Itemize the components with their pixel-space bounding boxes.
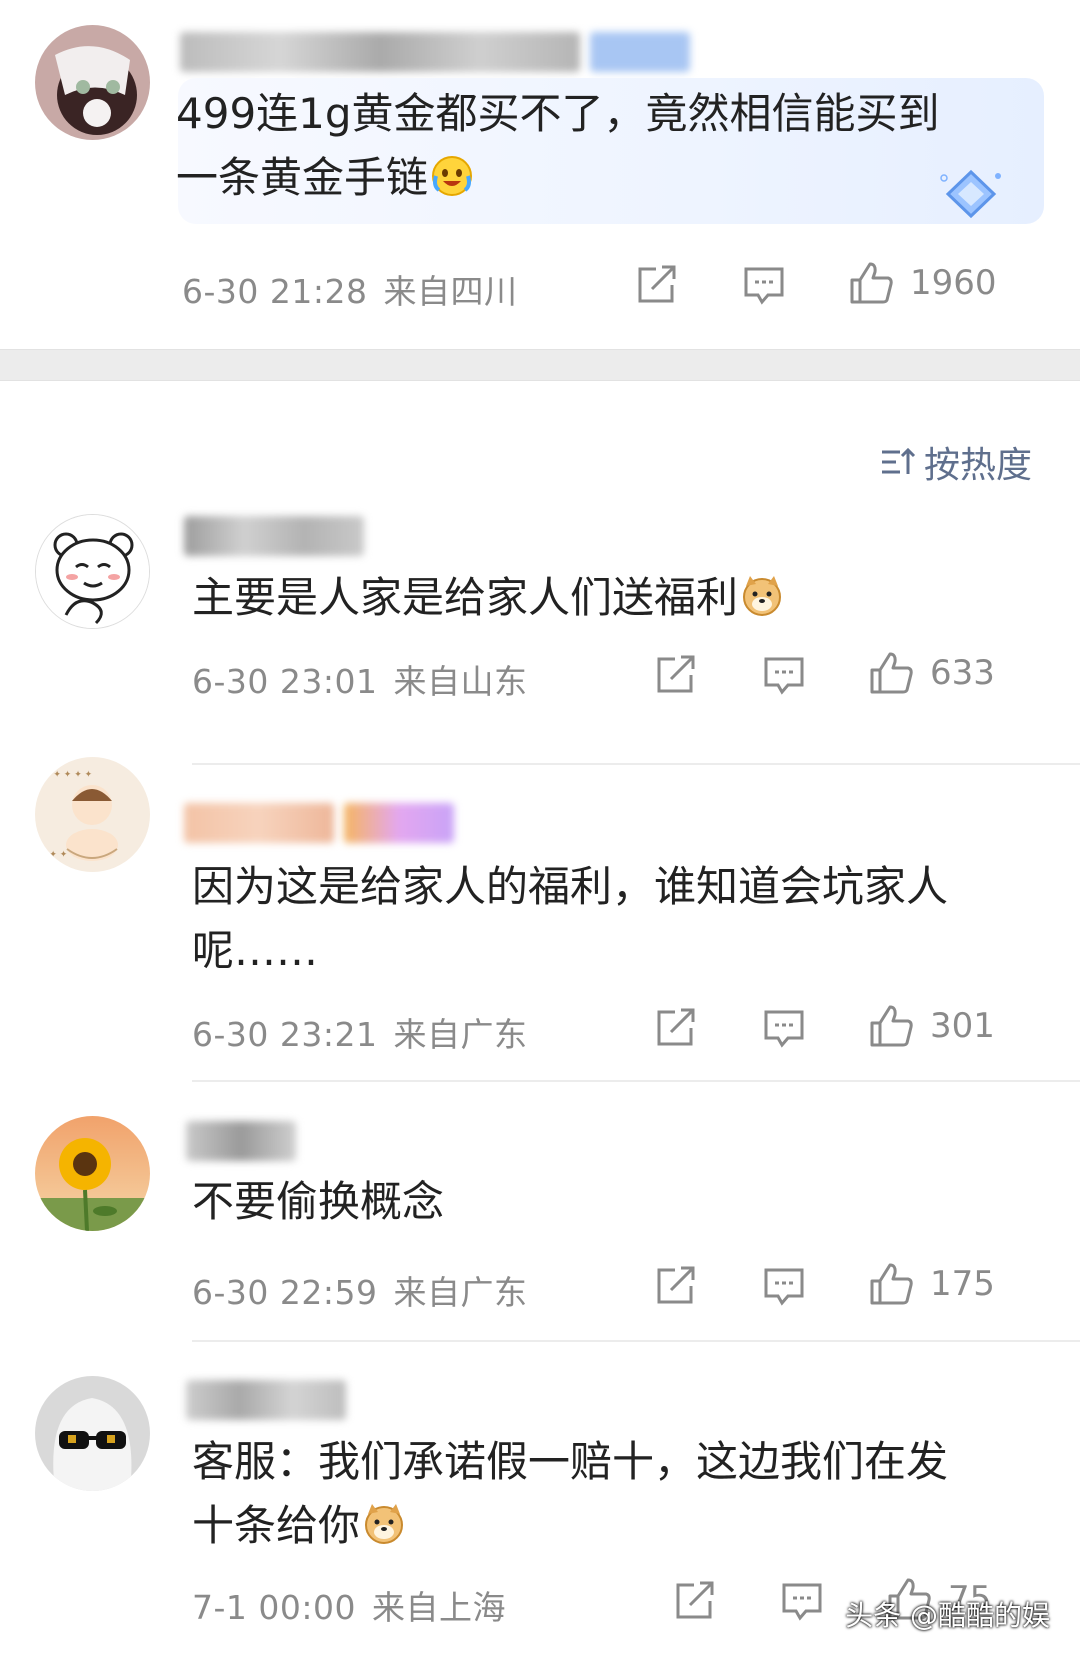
- username-blurred[interactable]: [186, 1380, 346, 1420]
- comment-line-1: 客服：我们承诺假一赔十，这边我们在发: [192, 1437, 949, 1486]
- section-separator: [0, 349, 1080, 381]
- like-button[interactable]: 301: [868, 1003, 995, 1049]
- comment-location: 来自四川: [383, 272, 518, 311]
- reply-button[interactable]: [780, 1581, 824, 1621]
- thumbs-up-icon: [850, 262, 893, 304]
- comment-line-1: 主要是人家是给家人们送福利: [192, 566, 1022, 630]
- avatar[interactable]: ✦ ✦ ✦ ✦ ✦ ✦ ✦ ✦ ✦ ✦ ✦: [35, 757, 150, 872]
- user-badge-blurred: [344, 803, 454, 843]
- avatar[interactable]: [35, 25, 150, 140]
- comment-meta: 6-30 22:59 来自广东: [192, 1266, 528, 1314]
- divider: [192, 1080, 1080, 1082]
- avatar[interactable]: [35, 1376, 150, 1491]
- comment-line-2: 呢……: [192, 926, 319, 975]
- thumbs-up-icon: [870, 1005, 913, 1047]
- doge-emoji-icon: [743, 576, 782, 616]
- share-icon: [657, 655, 695, 693]
- avatar[interactable]: [35, 514, 150, 629]
- sort-by-heat-button[interactable]: 按热度: [880, 436, 1032, 488]
- sort-icon: [881, 447, 916, 474]
- username-blurred[interactable]: [186, 1121, 296, 1161]
- share-icon: [657, 1008, 695, 1046]
- like-count: 175: [930, 1264, 995, 1304]
- svg-text:✦ ✦ ✦ ✦ ✦: ✦ ✦ ✦ ✦ ✦: [43, 770, 93, 780]
- comment-text: 不要偷换概念: [192, 1170, 1022, 1234]
- comment-time: 6-30 21:28: [182, 272, 368, 311]
- comment-meta: 6-30 21:28 来自四川: [182, 265, 518, 313]
- comment-time: 7-1 00:00: [192, 1588, 356, 1627]
- username-blurred[interactable]: [184, 516, 364, 556]
- comment-meta: 6-30 23:21 来自广东: [192, 1008, 528, 1056]
- comment-bubble-icon: [764, 1268, 804, 1306]
- comment-time: 6-30 23:01: [192, 662, 378, 701]
- comment-text: 因为这是给家人的福利，谁知道会坑家人 呢……: [192, 855, 1022, 983]
- share-button[interactable]: [674, 1581, 716, 1621]
- reply-button[interactable]: [762, 1266, 806, 1306]
- comment-text: 客服：我们承诺假一赔十，这边我们在发 十条给你: [192, 1430, 1022, 1558]
- divider: [192, 1340, 1080, 1342]
- doge-emoji-icon: [365, 1504, 404, 1544]
- reply-button[interactable]: [762, 1008, 806, 1048]
- comment-line-1: 不要偷换概念: [192, 1177, 445, 1226]
- comment-meta: 6-30 23:01 来自山东: [192, 655, 528, 703]
- share-icon: [638, 265, 676, 303]
- comment-time: 6-30 22:59: [192, 1273, 378, 1312]
- like-button[interactable]: 175: [868, 1261, 995, 1307]
- comment-time: 6-30 23:21: [192, 1015, 378, 1054]
- comment-bubble-icon: [764, 657, 804, 695]
- comment-location: 来自山东: [393, 662, 528, 701]
- comment-bubble-icon: [782, 1583, 822, 1621]
- share-button[interactable]: [636, 265, 678, 305]
- comment-meta: 7-1 00:00 来自上海: [192, 1581, 506, 1629]
- user-badge-blurred: [590, 32, 690, 72]
- share-button[interactable]: [655, 1008, 697, 1048]
- comment-location: 来自广东: [393, 1015, 528, 1054]
- comment-text: 499连1g黄金都买不了，竟然相信能买到 一条黄金手链: [176, 82, 1006, 210]
- like-count: 633: [930, 653, 995, 693]
- sort-label: 按热度: [923, 445, 1032, 486]
- comment-location: 来自上海: [372, 1588, 506, 1627]
- like-count: 1960: [910, 263, 997, 303]
- crying-laughing-emoji-icon: [432, 156, 473, 196]
- comment-line-2: 十条给你: [192, 1494, 1022, 1558]
- comment-text: 主要是人家是给家人们送福利: [192, 566, 1022, 630]
- share-button[interactable]: [655, 1266, 697, 1306]
- reply-button[interactable]: [742, 265, 786, 305]
- reply-button[interactable]: [762, 655, 806, 695]
- like-count: 301: [930, 1006, 995, 1046]
- comment-bubble-icon: [744, 267, 784, 305]
- divider: [192, 763, 1080, 765]
- share-icon: [657, 1266, 695, 1304]
- thumbs-up-icon: [870, 652, 913, 694]
- comment-bubble-icon: [764, 1010, 804, 1048]
- thumbs-up-icon: [870, 1263, 913, 1305]
- comment-line-1: 因为这是给家人的福利，谁知道会坑家人: [192, 862, 949, 911]
- comment-line-2: 一条黄金手链: [176, 146, 1006, 210]
- share-icon: [676, 1581, 714, 1619]
- username-blurred[interactable]: [180, 32, 580, 72]
- watermark: 头条 @酷酷的娱: [845, 1599, 1050, 1632]
- share-button[interactable]: [655, 655, 697, 695]
- username-blurred[interactable]: [184, 803, 334, 843]
- comment-location: 来自广东: [393, 1273, 528, 1312]
- like-button[interactable]: 633: [868, 650, 995, 696]
- comment-line-1: 499连1g黄金都买不了，竟然相信能买到: [176, 89, 940, 138]
- like-button[interactable]: 1960: [848, 260, 997, 306]
- avatar[interactable]: [35, 1116, 150, 1231]
